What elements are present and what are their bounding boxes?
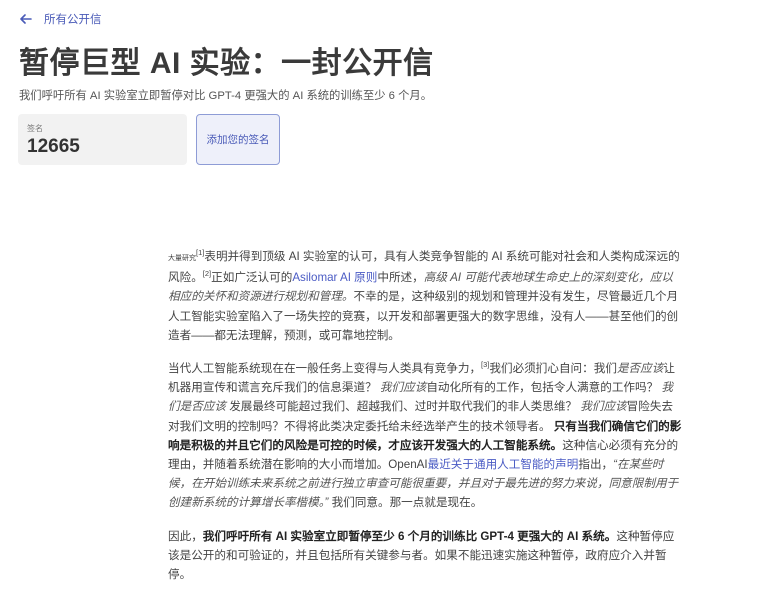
text-segment: 当代人工智能系统现在在一般任务上变得与人类具有竞争力， — [168, 362, 482, 376]
letter-body: 大量研究[1]表明并得到顶级 AI 实验室的认可，具有人类竞争智能的 AI 系统… — [168, 247, 682, 598]
text-segment: 发展最终可能超过我们、超越我们、过时并取代我们的非人类思维？ — [225, 400, 581, 414]
arrow-left-icon — [20, 14, 32, 24]
text-segment: 我们同意。那一点就是现在。 — [328, 496, 483, 510]
bold-text: 我们呼吁所有 AI 实验室立即暂停至少 6 个月的训练比 GPT-4 更强大的 … — [202, 529, 617, 543]
italic-text: 我们应该 — [379, 381, 427, 395]
inline-link[interactable]: Asilomar AI 原则 — [292, 271, 377, 284]
italic-text: 是否应该 — [616, 362, 664, 376]
footnote-ref[interactable]: [2] — [203, 269, 211, 278]
back-link-label: 所有公开信 — [44, 14, 102, 26]
text-segment: 我们必须扪心自问：我们 — [489, 362, 617, 376]
text-segment: 中所述， — [377, 271, 424, 285]
page-subtitle: 我们呼吁所有 AI 实验室立即暂停对比 GPT-4 更强大的 AI 系统的训练至… — [19, 90, 432, 102]
page-title: 暂停巨型 AI 实验：一封公开信 — [19, 47, 434, 80]
back-link[interactable]: 所有公开信 — [20, 11, 102, 27]
signature-label: 签名 — [27, 124, 43, 133]
paragraph-2: 当代人工智能系统现在在一般任务上变得与人类具有竞争力，[3]我们必须扪心自问：我… — [168, 359, 682, 513]
text-segment: 指出， — [578, 458, 614, 472]
signature-count-panel: 签名 12665 — [18, 114, 187, 165]
signature-count: 12665 — [27, 136, 80, 157]
paragraph-1: 大量研究[1]表明并得到顶级 AI 实验室的认可，具有人类竞争智能的 AI 系统… — [168, 247, 682, 345]
text-segment: 自动化所有的工作，包括令人满意的工作吗？ — [426, 381, 662, 395]
text-segment: 因此， — [168, 529, 203, 543]
add-signature-button[interactable]: 添加您的签名 — [196, 114, 280, 165]
text-segment: 正如广泛认可的 — [211, 271, 293, 285]
research-link[interactable]: 大量研究 — [168, 255, 196, 262]
paragraph-3: 因此，我们呼吁所有 AI 实验室立即暂停至少 6 个月的训练比 GPT-4 更强… — [168, 527, 682, 585]
inline-link[interactable]: 最近关于通用人工智能的声明 — [428, 458, 579, 471]
italic-text: 我们应该 — [580, 400, 627, 414]
